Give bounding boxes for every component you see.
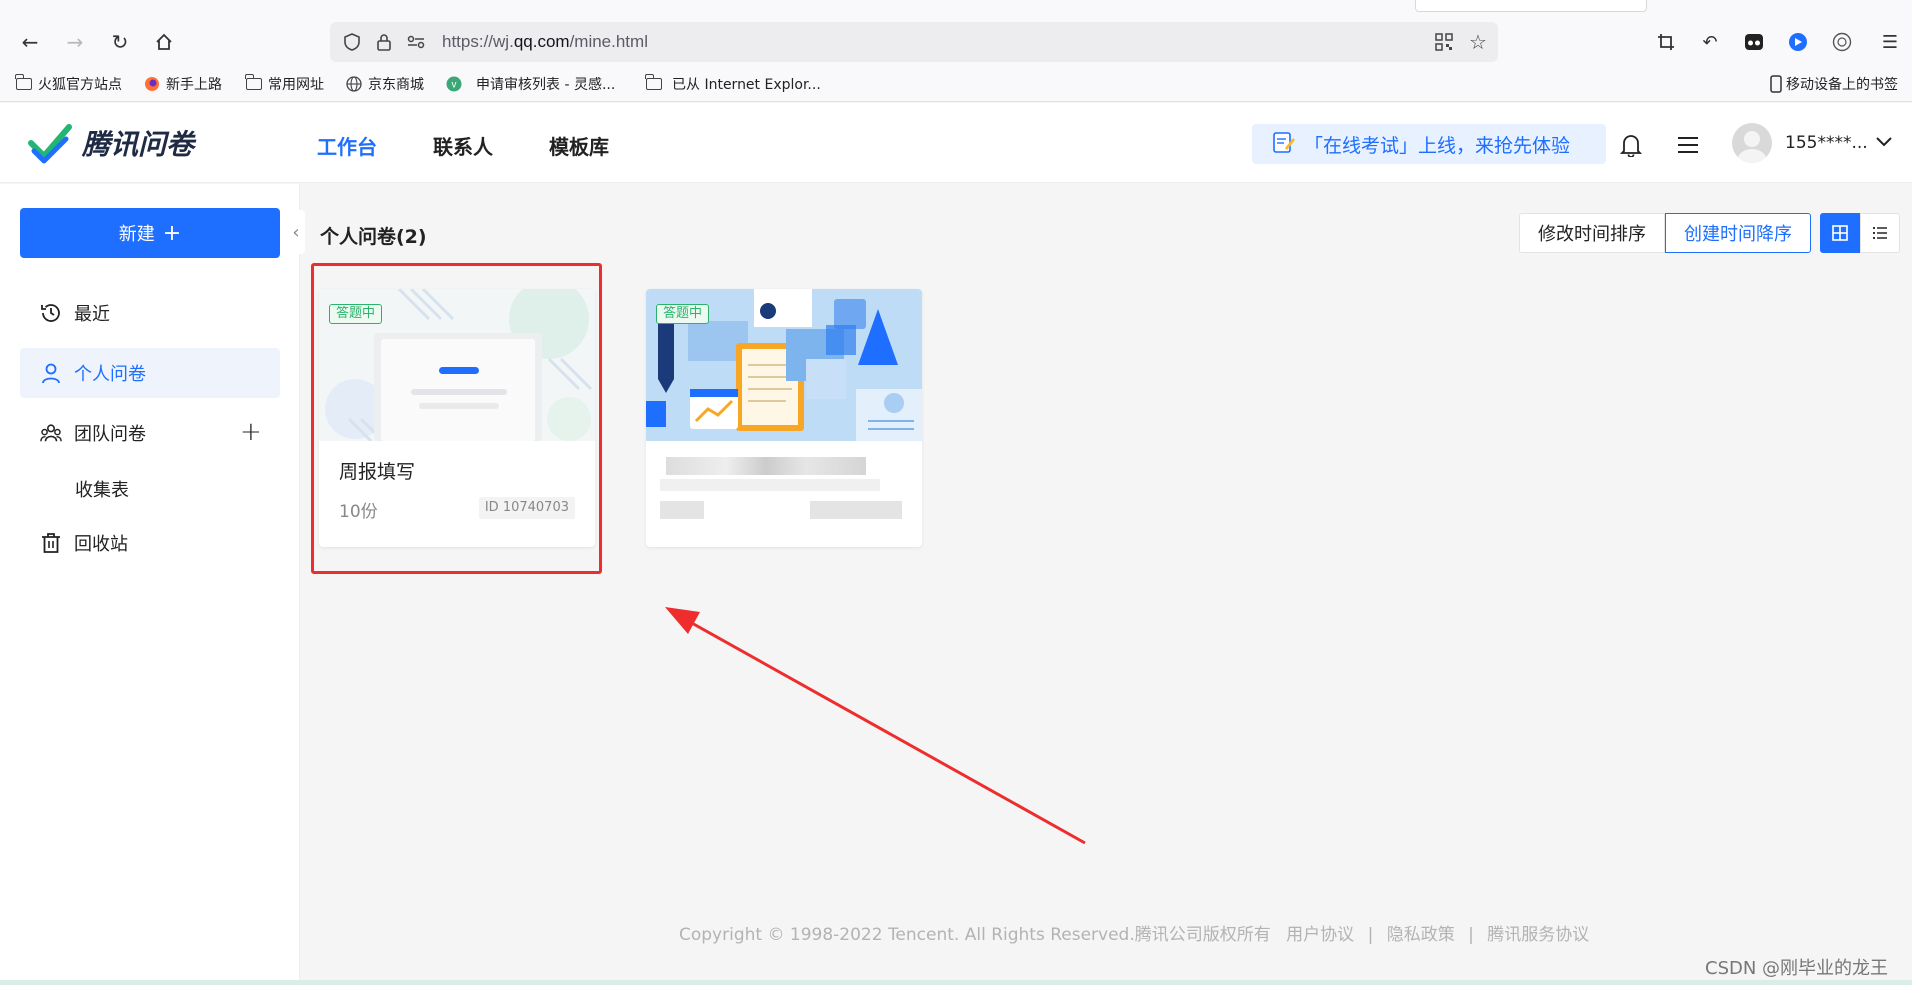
- watermark: CSDN @刚毕业的龙王: [1705, 958, 1889, 979]
- footer: Copyright © 1998-2022 Tencent. All Right…: [679, 920, 1589, 945]
- footer-link-user-agreement[interactable]: 用户协议: [1286, 925, 1354, 945]
- copyright-text: Copyright © 1998-2022 Tencent. All Right…: [679, 925, 1271, 945]
- annotation-arrow: [665, 607, 1086, 845]
- footer-link-service-agreement[interactable]: 腾讯服务协议: [1487, 925, 1589, 945]
- bottom-edge: [0, 980, 1912, 985]
- footer-separator: |: [1367, 925, 1374, 945]
- footer-separator: |: [1468, 925, 1474, 945]
- footer-link-privacy-policy[interactable]: 隐私政策: [1387, 925, 1455, 945]
